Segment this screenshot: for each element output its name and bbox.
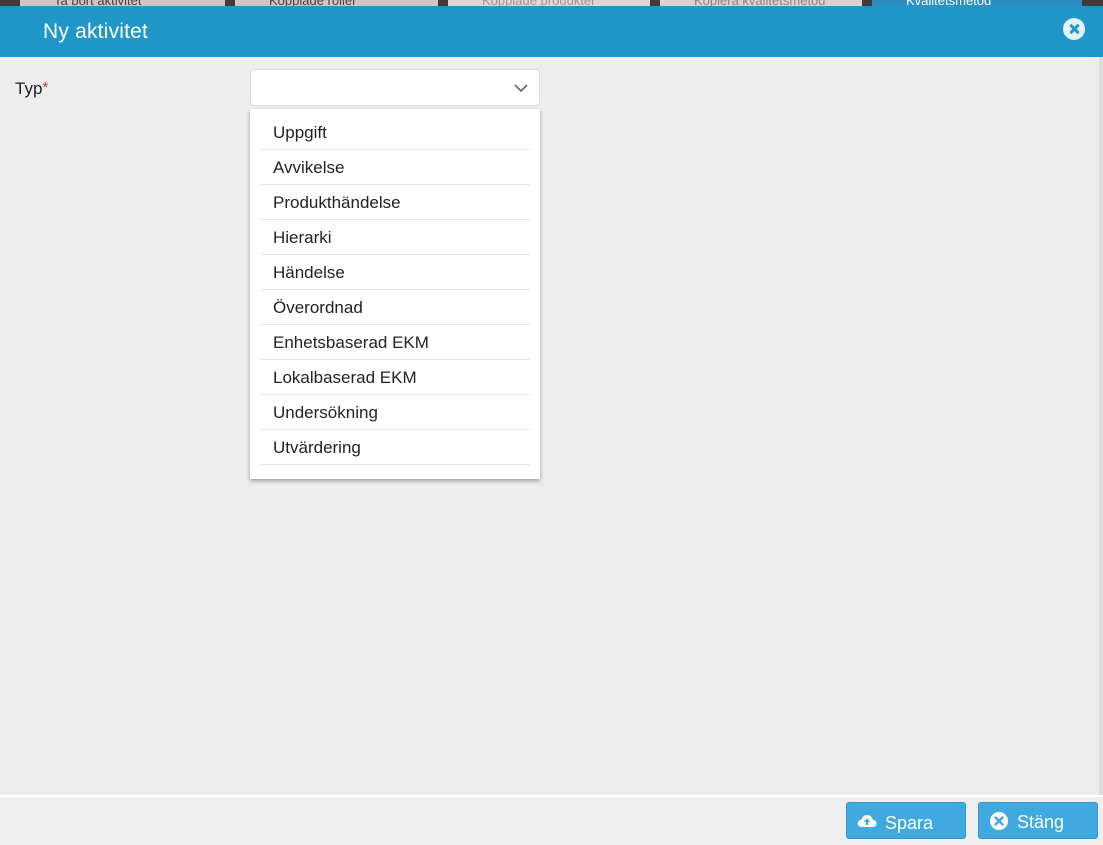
modal-header: Ny aktivitet bbox=[0, 6, 1103, 57]
type-dropdown-menu: Uppgift Avvikelse Produkthändelse Hierar… bbox=[250, 109, 540, 479]
type-select[interactable] bbox=[250, 69, 540, 106]
modal-body: Typ* Uppgift Avvikelse Produkthändelse H… bbox=[0, 57, 1103, 795]
modal-title: Ny aktivitet bbox=[43, 20, 149, 43]
type-field-label: Typ* bbox=[15, 79, 48, 99]
dropdown-option[interactable]: Uppgift bbox=[260, 115, 530, 150]
chevron-down-icon bbox=[514, 84, 528, 93]
dropdown-option[interactable]: Hierarki bbox=[260, 220, 530, 255]
dropdown-option[interactable]: Avvikelse bbox=[260, 150, 530, 185]
dropdown-option[interactable]: Utvärdering bbox=[260, 430, 530, 465]
save-button-label: Spara bbox=[885, 812, 934, 833]
required-marker: * bbox=[42, 79, 49, 96]
dropdown-option[interactable]: Undersökning bbox=[260, 395, 530, 430]
close-circle-icon[interactable] bbox=[1063, 18, 1085, 40]
dropdown-option[interactable]: Överordnad bbox=[260, 290, 530, 325]
page: Ta bort aktivitet Kopplade roller Koppla… bbox=[0, 0, 1103, 845]
modal-right-edge bbox=[1099, 57, 1103, 845]
close-circle-icon bbox=[990, 811, 1008, 830]
type-label-text: Typ bbox=[15, 79, 43, 98]
close-button-label: Stäng bbox=[1017, 811, 1065, 832]
dropdown-option[interactable]: Händelse bbox=[260, 255, 530, 290]
save-button[interactable]: Spara bbox=[846, 802, 966, 839]
cloud-upload-icon bbox=[857, 814, 877, 827]
dropdown-option[interactable]: Lokalbaserad EKM bbox=[260, 360, 530, 395]
dropdown-option[interactable]: Produkthändelse bbox=[260, 185, 530, 220]
modal-footer: Spara Stäng bbox=[0, 795, 1103, 845]
dropdown-option[interactable]: Enhetsbaserad EKM bbox=[260, 325, 530, 360]
close-button[interactable]: Stäng bbox=[978, 802, 1098, 839]
